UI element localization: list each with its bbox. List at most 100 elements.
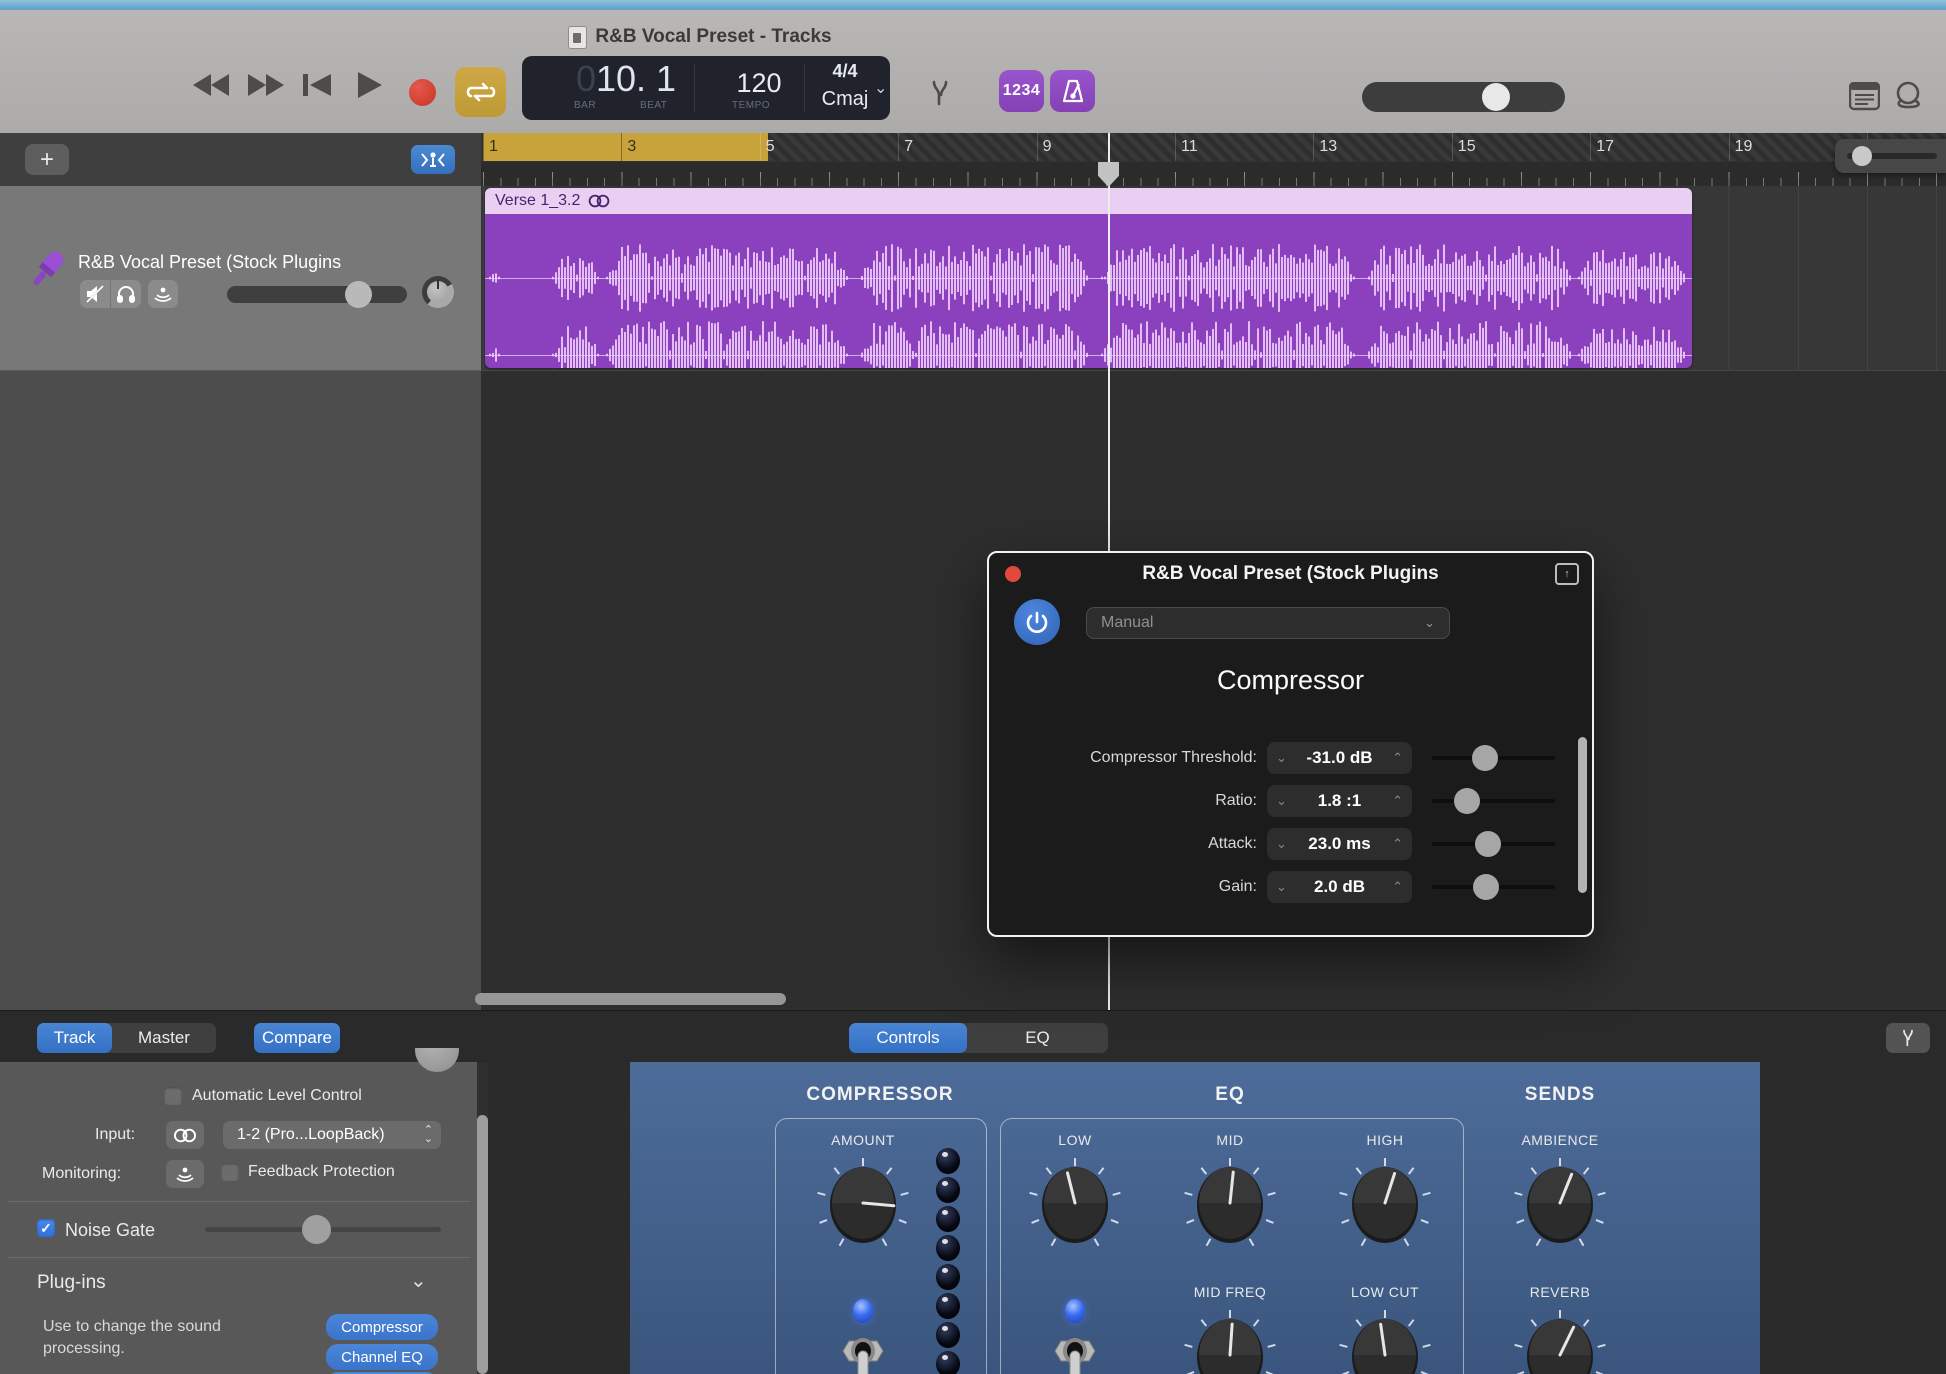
preset-dropdown[interactable]: Manual ⌄: [1086, 607, 1450, 639]
zoom-slider-knob[interactable]: [1852, 146, 1872, 166]
plugin-scrollbar[interactable]: [1578, 737, 1587, 893]
chevron-up-icon[interactable]: ⌃: [1392, 836, 1403, 852]
param-value[interactable]: 23.0 ms: [1308, 834, 1370, 854]
param-stepper[interactable]: ⌄ 23.0 ms ⌃: [1267, 828, 1412, 860]
master-volume-knob[interactable]: [1482, 83, 1510, 111]
auto-level-checkbox[interactable]: [164, 1087, 182, 1105]
count-in-label: 1234: [1003, 82, 1041, 100]
param-value[interactable]: -31.0 dB: [1306, 748, 1372, 768]
input-monitoring-button[interactable]: [148, 280, 178, 308]
plugin-power-button[interactable]: [1014, 599, 1060, 645]
chevron-down-icon[interactable]: ⌄: [1276, 879, 1287, 895]
editors-icon[interactable]: [1849, 82, 1880, 111]
window-title: R&B Vocal Preset - Tracks: [440, 24, 960, 50]
input-device-select[interactable]: 1-2 (Pro...LoopBack) ⌃⌄: [223, 1121, 441, 1149]
cycle-region[interactable]: [483, 133, 768, 161]
plugins-header: Plug-ins: [37, 1272, 106, 1294]
track-header[interactable]: R&B Vocal Preset (Stock Plugins: [0, 186, 481, 371]
horizontal-scrollbar[interactable]: [475, 993, 786, 1005]
param-value[interactable]: 1.8 :1: [1318, 791, 1361, 811]
knob-mid-freq[interactable]: [1180, 1302, 1280, 1374]
param-slider-knob[interactable]: [1472, 745, 1498, 771]
fast-forward-button[interactable]: [246, 72, 284, 98]
metronome-button[interactable]: [1050, 70, 1095, 112]
compare-button[interactable]: Compare: [254, 1023, 340, 1053]
feedback-protection-checkbox[interactable]: [221, 1163, 239, 1181]
compressor-toggle-switch[interactable]: [841, 1327, 885, 1374]
knob-reverb[interactable]: [1510, 1302, 1610, 1374]
chevron-up-icon[interactable]: ⌃: [1392, 879, 1403, 895]
play-button[interactable]: [358, 72, 382, 98]
param-row: Gain: ⌄2.0 dB⌃: [989, 871, 1592, 905]
monitoring-button[interactable]: [166, 1160, 204, 1188]
chevron-down-icon[interactable]: ⌄: [1276, 836, 1287, 852]
tuner-button[interactable]: [1886, 1023, 1930, 1053]
stepper-icon: ⌃⌄: [424, 1126, 433, 1144]
noise-gate-knob[interactable]: [302, 1215, 331, 1244]
tuning-fork-icon[interactable]: [925, 78, 955, 108]
audio-region[interactable]: Verse 1_3.2: [485, 188, 1692, 368]
solo-button[interactable]: [111, 280, 141, 308]
rewind-button[interactable]: [193, 72, 231, 98]
track-name[interactable]: R&B Vocal Preset (Stock Plugins: [78, 252, 341, 273]
pan-knob[interactable]: [422, 276, 454, 308]
chevron-up-icon[interactable]: ⌃: [1392, 793, 1403, 809]
knob-mid[interactable]: [1180, 1150, 1280, 1260]
catch-playhead-button[interactable]: [411, 145, 455, 174]
input-format-button[interactable]: [166, 1121, 204, 1149]
noise-gate-slider[interactable]: [205, 1227, 441, 1232]
knob-low-cut[interactable]: [1335, 1302, 1435, 1374]
chevron-down-icon[interactable]: ⌄: [410, 1268, 427, 1293]
chevron-down-icon[interactable]: ⌄: [874, 78, 887, 98]
knob-high[interactable]: [1335, 1150, 1435, 1260]
region-name: Verse 1_3.2: [495, 192, 580, 210]
param-value[interactable]: 2.0 dB: [1314, 877, 1365, 897]
param-slider-knob[interactable]: [1473, 874, 1499, 900]
param-slider-knob[interactable]: [1475, 831, 1501, 857]
chevron-down-icon[interactable]: ⌄: [1276, 793, 1287, 809]
open-in-window-icon[interactable]: ↑: [1555, 563, 1579, 585]
knob-ambience[interactable]: [1510, 1150, 1610, 1260]
add-track-button[interactable]: +: [25, 144, 69, 175]
master-volume-slider[interactable]: [1362, 82, 1565, 112]
track-volume-slider[interactable]: [227, 286, 407, 303]
region-header[interactable]: Verse 1_3.2: [485, 188, 1692, 214]
chevron-up-icon[interactable]: ⌃: [1392, 750, 1403, 766]
plugin-slot-channel-eq[interactable]: Channel EQ: [326, 1344, 438, 1370]
param-stepper[interactable]: ⌄ 2.0 dB ⌃: [1267, 871, 1412, 903]
param-slider-knob[interactable]: [1454, 788, 1480, 814]
param-stepper[interactable]: ⌄ 1.8 :1 ⌃: [1267, 785, 1412, 817]
plugin-window[interactable]: R&B Vocal Preset (Stock Plugins ↑ Manual…: [987, 551, 1594, 937]
chevron-down-icon[interactable]: ⌄: [1276, 750, 1287, 766]
tab-controls[interactable]: Controls: [849, 1023, 967, 1053]
knob-low[interactable]: [1025, 1150, 1125, 1260]
knob-amount[interactable]: [813, 1150, 913, 1260]
noise-gate-checkbox[interactable]: ✓: [37, 1219, 55, 1237]
tab-master[interactable]: Master: [112, 1023, 216, 1053]
plugin-slot-compressor[interactable]: Compressor: [326, 1314, 438, 1340]
param-slider[interactable]: [1432, 842, 1555, 846]
go-to-beginning-button[interactable]: [303, 72, 331, 98]
bar-number: 17: [1596, 138, 1614, 156]
minor-ticks: [483, 178, 1946, 186]
tab-track[interactable]: Track: [37, 1023, 112, 1053]
track-volume-knob[interactable]: [345, 281, 372, 308]
lcd-display[interactable]: 010. 1 BAR BEAT 120 TEMPO 4/4 Cmaj ⌄: [522, 56, 890, 120]
param-slider[interactable]: [1432, 885, 1555, 889]
param-slider[interactable]: [1432, 756, 1555, 760]
cycle-button[interactable]: [455, 67, 506, 117]
param-slider[interactable]: [1432, 799, 1555, 803]
tab-eq[interactable]: EQ: [967, 1023, 1108, 1053]
ruler[interactable]: 13579111315171921: [481, 133, 1946, 162]
settings-scrollbar[interactable]: [477, 1115, 488, 1374]
count-in-button[interactable]: 1234: [999, 70, 1044, 112]
track-header-toolbar: +: [0, 133, 481, 186]
param-stepper[interactable]: ⌄ -31.0 dB ⌃: [1267, 742, 1412, 774]
gain-reduction-led: [936, 1235, 960, 1261]
loop-browser-icon[interactable]: [1892, 80, 1924, 112]
zoom-slider[interactable]: [1835, 139, 1946, 173]
mute-button[interactable]: [80, 280, 111, 308]
eq-toggle-switch[interactable]: [1053, 1327, 1097, 1374]
record-button[interactable]: [409, 79, 436, 106]
lcd-tempo-label: TEMPO: [732, 100, 770, 111]
